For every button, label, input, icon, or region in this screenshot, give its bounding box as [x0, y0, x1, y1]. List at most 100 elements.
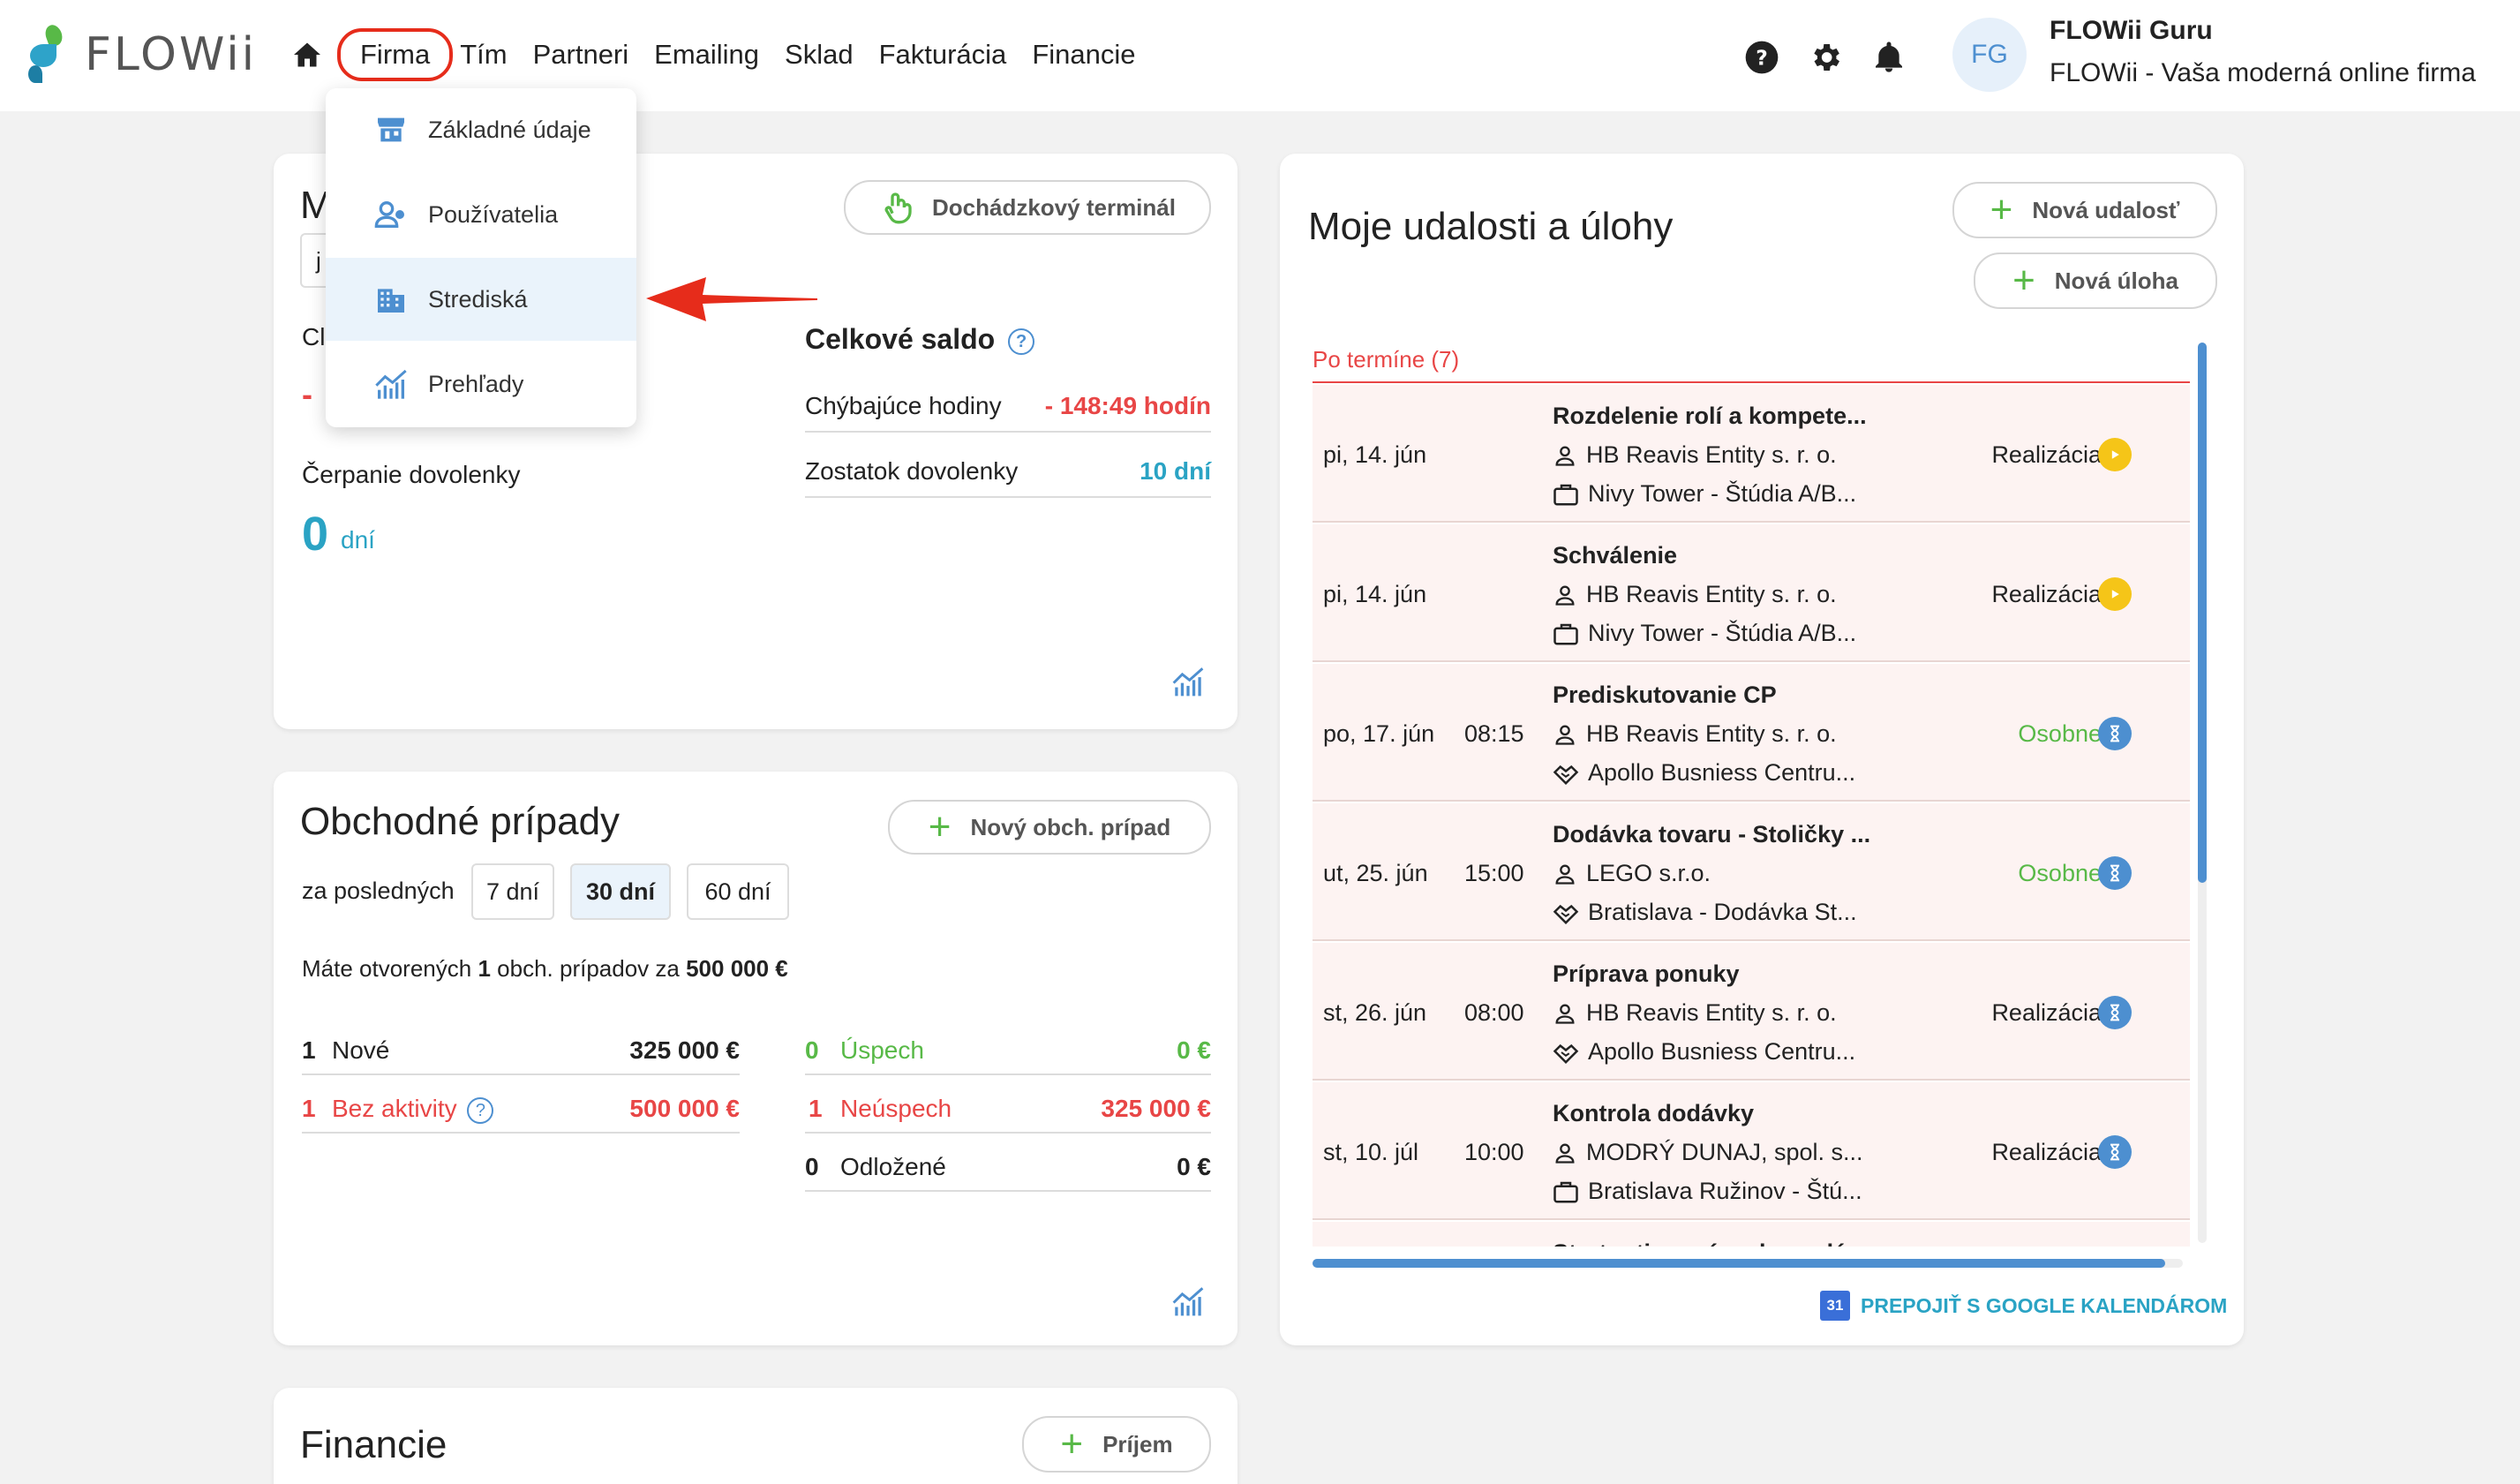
new-event-button[interactable]: + Nová udalosť	[1952, 182, 2217, 238]
event-row[interactable]: st, 26. jún 08:00 Príprava ponuky HB Reavis…	[1313, 943, 2190, 1081]
nav-financie[interactable]: Financie	[1032, 32, 1135, 78]
event-time: 15:00	[1464, 860, 1524, 886]
cerpanie-label: Čerpanie dovolenky	[302, 461, 521, 488]
help-circle-icon[interactable]: ?	[467, 1096, 494, 1124]
annotation-arrow-icon	[646, 277, 817, 321]
nav-tim[interactable]: Tím	[460, 32, 507, 78]
event-row[interactable]: Stretnutie u nás v kancelá...	[1313, 1222, 2190, 1247]
deal-postponed-label[interactable]: Odložené	[840, 1153, 946, 1181]
event-project: Bratislava Ružinov - Štú...	[1553, 1178, 1862, 1205]
deals-title: Obchodné prípady	[300, 800, 621, 843]
help-circle-icon[interactable]: ?	[1008, 328, 1035, 355]
deal-success-count: 0	[805, 1036, 819, 1064]
plus-icon: +	[928, 805, 952, 848]
event-partner: HB Reavis Entity s. r. o.	[1553, 581, 1837, 608]
event-row[interactable]: pi, 14. jún Rozdelenie rolí a kompete... H…	[1313, 385, 2190, 523]
event-partner: HB Reavis Entity s. r. o.	[1553, 441, 1837, 469]
deal-success-label[interactable]: Úspech	[840, 1036, 924, 1065]
deal-new-label[interactable]: Nové	[332, 1036, 389, 1065]
google-calendar-icon: 31	[1820, 1291, 1850, 1321]
nav-sklad[interactable]: Sklad	[785, 32, 854, 78]
avatar[interactable]: FG	[1952, 18, 2027, 92]
event-date: po, 17. jún	[1323, 720, 1435, 747]
zostatok-label: Zostatok dovolenky	[805, 457, 1019, 485]
deal-inactive-label[interactable]: Bez aktivity ?	[332, 1095, 494, 1124]
event-date: st, 26. jún	[1323, 999, 1427, 1026]
events-vertical-scrollbar[interactable]	[2198, 343, 2207, 1243]
event-status: Osobne	[2018, 720, 2102, 747]
new-deal-button[interactable]: + Nový obch. prípad	[888, 800, 1211, 855]
nav-emailing[interactable]: Emailing	[654, 32, 759, 78]
period-7-days[interactable]: 7 dní	[471, 863, 554, 920]
play-icon[interactable]	[2098, 577, 2132, 611]
event-row[interactable]: pi, 14. jún Schválenie HB Reavis Entity s.…	[1313, 524, 2190, 662]
hourglass-icon[interactable]	[2098, 856, 2132, 890]
flowii-logo[interactable]: FLOWii	[26, 22, 257, 85]
event-row[interactable]: st, 10. júl 10:00 Kontrola dodávky MODRÝ DU…	[1313, 1082, 2190, 1220]
celkove-saldo-title: Celkové saldo ?	[805, 323, 1035, 356]
event-time: 10:00	[1464, 1139, 1524, 1165]
event-title[interactable]: Rozdelenie rolí a kompete...	[1553, 403, 1867, 430]
chart-icon[interactable]	[1170, 1285, 1206, 1317]
person-icon	[1555, 585, 1575, 606]
deals-summary: Máte otvorených 1 obch. prípadov za 500 …	[302, 955, 788, 982]
event-status: Osobne	[2018, 860, 2102, 886]
finance-card: Financie + Príjem	[274, 1388, 1237, 1484]
home-icon[interactable]	[291, 39, 323, 71]
menu-item-strediska[interactable]: Strediská	[326, 258, 636, 341]
attendance-label-partial: Cl	[302, 323, 326, 350]
menu-item-pouzivatelia[interactable]: Používatelia	[326, 173, 636, 256]
attendance-value-partial: -	[302, 376, 312, 412]
menu-item-prehlady[interactable]: Prehľady	[326, 343, 636, 426]
help-icon[interactable]: ?	[1743, 39, 1780, 76]
event-status: Realizácia	[1991, 441, 2102, 468]
event-status: Realizácia	[1991, 1139, 2102, 1165]
main-nav: Firma Tím Partneri Emailing Sklad Faktur…	[291, 28, 1162, 81]
deal-new-amount: 325 000 €	[629, 1036, 740, 1064]
event-title[interactable]: Kontrola dodávky	[1553, 1100, 1754, 1127]
prijem-button[interactable]: + Príjem	[1022, 1416, 1211, 1473]
event-row[interactable]: po, 17. jún 08:15 Prediskutovanie CP HB Rea…	[1313, 664, 2190, 802]
briefcase-icon	[1553, 484, 1578, 505]
period-30-days[interactable]: 30 dní	[570, 863, 671, 920]
period-60-days[interactable]: 60 dní	[687, 863, 789, 920]
event-date: ut, 25. jún	[1323, 860, 1428, 886]
bell-icon[interactable]	[1870, 39, 1907, 76]
event-title[interactable]: Dodávka tovaru - Stoličky ...	[1553, 821, 1870, 848]
event-status: Realizácia	[1991, 999, 2102, 1026]
event-title[interactable]: Prediskutovanie CP	[1553, 682, 1777, 709]
hourglass-icon[interactable]	[2098, 1135, 2132, 1169]
nav-partneri[interactable]: Partneri	[533, 32, 629, 78]
hourglass-icon[interactable]	[2098, 717, 2132, 750]
menu-item-zakladne-udaje[interactable]: Základné údaje	[326, 88, 636, 171]
gear-icon[interactable]	[1807, 39, 1844, 76]
event-title[interactable]: Príprava ponuky	[1553, 960, 1740, 988]
attendance-terminal-button[interactable]: Dochádzkový terminál	[844, 180, 1211, 235]
new-task-button[interactable]: + Nová úloha	[1974, 252, 2217, 309]
deal-fail-label[interactable]: Neúspech	[840, 1095, 952, 1123]
nav-firma[interactable]: Firma	[337, 28, 454, 81]
event-row[interactable]: ut, 25. jún 15:00 Dodávka tovaru - Stoličk…	[1313, 803, 2190, 941]
nav-fakturacia[interactable]: Fakturácia	[879, 32, 1007, 78]
event-project: Bratislava - Dodávka St...	[1553, 899, 1857, 926]
briefcase-icon	[1553, 623, 1578, 644]
google-calendar-link[interactable]: 31 PREPOJIŤ S GOOGLE KALENDÁROM	[1820, 1291, 2227, 1321]
event-title[interactable]: Schválenie	[1553, 542, 1677, 569]
event-project: Apollo Busniess Centru...	[1553, 759, 1855, 787]
svg-text:?: ?	[1756, 45, 1768, 70]
event-project: Apollo Busniess Centru...	[1553, 1038, 1855, 1066]
event-project: Nivy Tower - Štúdia A/B...	[1553, 620, 1856, 647]
hourglass-icon[interactable]	[2098, 996, 2132, 1029]
chybajuce-value: - 148:49 hodín	[1044, 392, 1211, 419]
deal-postponed-amount: 0 €	[1177, 1153, 1211, 1180]
building-icon	[378, 289, 404, 313]
event-title[interactable]: Stretnutie u nás v kancelá...	[1553, 1239, 1867, 1247]
events-title: Moje udalosti a úlohy	[1308, 205, 1674, 248]
chart-icon[interactable]	[1170, 666, 1206, 697]
user-company: FLOWii - Vaša moderná online firma	[2050, 58, 2476, 87]
deal-inactive-count: 1	[302, 1095, 316, 1122]
play-icon[interactable]	[2098, 438, 2132, 471]
events-horizontal-scrollbar[interactable]	[1313, 1259, 2183, 1268]
event-project: Nivy Tower - Štúdia A/B...	[1553, 480, 1856, 508]
chart-icon	[375, 369, 407, 399]
